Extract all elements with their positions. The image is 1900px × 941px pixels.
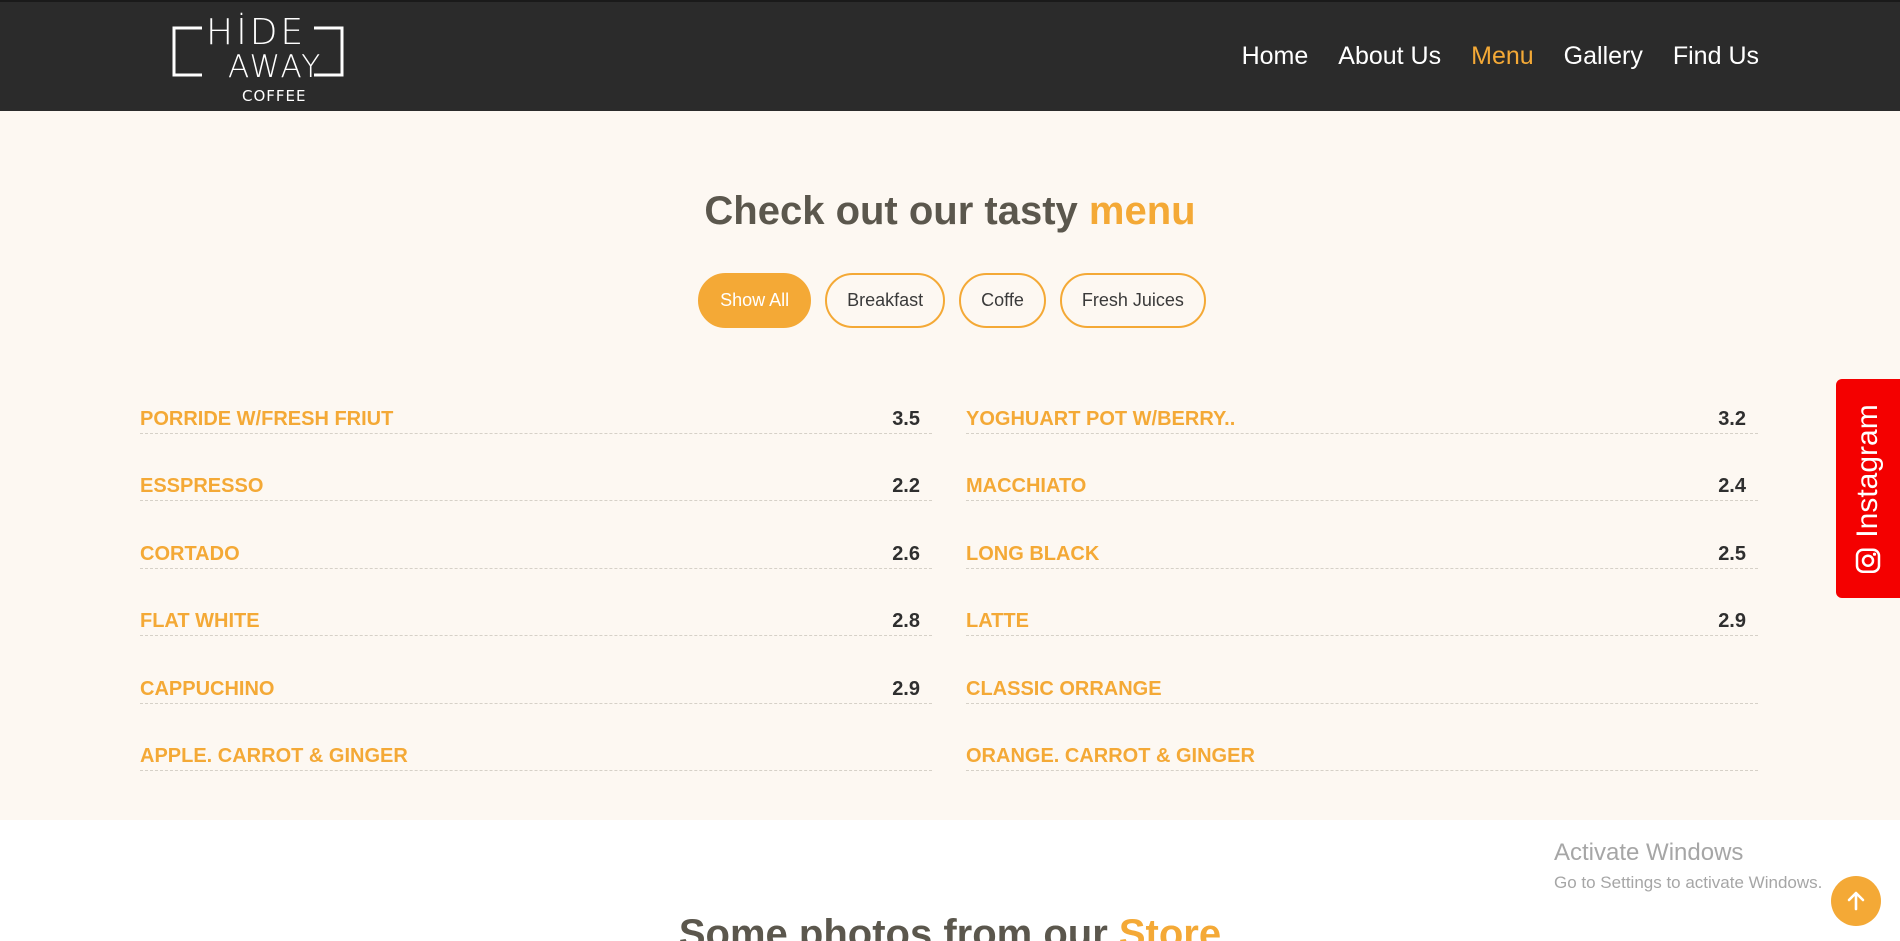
menu-item: MACCHIATO 2.4 (966, 434, 1758, 501)
menu-item-price: 2.6 (892, 542, 920, 565)
menu-item-name: YOGHUART POT W/BERRY.. (966, 407, 1236, 430)
menu-item-name: LONG BLACK (966, 542, 1100, 565)
menu-item-name: APPLE. CARROT & GINGER (140, 745, 408, 767)
logo-line-hide: HİDE (206, 12, 307, 53)
activate-windows-watermark: Activate Windows Go to Settings to activ… (1554, 839, 1822, 893)
watermark-title: Activate Windows (1554, 839, 1744, 866)
filter-coffe[interactable]: Coffe (959, 273, 1046, 328)
logo-line-coffee: COFFEE (242, 87, 307, 105)
menu-list: PORRIDE W/FRESH FRIUT 3.5 YOGHUART POT W… (140, 366, 1758, 771)
instagram-icon (1855, 547, 1881, 573)
menu-item-name: CORTADO (140, 542, 240, 565)
menu-item: ESSPRESSO 2.2 (140, 434, 932, 501)
menu-filters: Show All Breakfast Coffe Fresh Juices (0, 273, 1900, 328)
menu-title-main: Check out our tasty (704, 189, 1089, 233)
nav-find-us[interactable]: Find Us (1673, 42, 1759, 71)
menu-item: ORANGE. CARROT & GINGER (966, 704, 1758, 771)
menu-item-name: CLASSIC ORRANGE (966, 677, 1162, 700)
instagram-label: Instagram (1851, 403, 1884, 538)
nav-about-us[interactable]: About Us (1338, 42, 1441, 71)
menu-item: LATTE 2.9 (966, 569, 1758, 636)
menu-item-price: 2.4 (1718, 475, 1746, 497)
menu-item-name: FLAT WHITE (140, 610, 260, 632)
logo-line-away: AWAY (228, 49, 323, 85)
menu-item-price: 3.2 (1718, 407, 1746, 430)
menu-item: CAPPUCHINO 2.9 (140, 636, 932, 704)
photos-section-title: Some photos from our Store (0, 912, 1900, 941)
menu-item-name: ESSPRESSO (140, 475, 264, 497)
arrow-up-icon (1847, 891, 1865, 911)
menu-item-price: 2.5 (1718, 542, 1746, 565)
filter-show-all[interactable]: Show All (698, 273, 812, 328)
menu-item: APPLE. CARROT & GINGER (140, 704, 932, 771)
menu-item-name: ORANGE. CARROT & GINGER (966, 745, 1255, 767)
watermark-subtitle: Go to Settings to activate Windows. (1554, 873, 1823, 892)
site-header: HİDE AWAY COFFEE Home About Us Menu Gall… (0, 0, 1900, 111)
menu-item-name: PORRIDE W/FRESH FRIUT (140, 407, 394, 430)
menu-item: CLASSIC ORRANGE (966, 636, 1758, 704)
menu-item: YOGHUART POT W/BERRY.. 3.2 (966, 366, 1758, 434)
menu-item-price: 2.9 (1718, 610, 1746, 632)
menu-item-price: 2.8 (892, 610, 920, 632)
menu-item-name: MACCHIATO (966, 475, 1087, 497)
filter-breakfast[interactable]: Breakfast (825, 273, 946, 328)
scroll-to-top-button[interactable] (1831, 876, 1881, 926)
nav-menu[interactable]: Menu (1471, 42, 1534, 71)
menu-section-title: Check out our tasty menu (0, 189, 1900, 234)
instagram-side-tab[interactable]: Instagram (1836, 379, 1900, 598)
menu-item: CORTADO 2.6 (140, 501, 932, 569)
photos-title-accent: Store (1118, 912, 1222, 941)
menu-section: Check out our tasty menu Show All Breakf… (0, 111, 1900, 820)
menu-item-price: 3.5 (892, 407, 920, 430)
photos-title-main: Some photos from our (678, 912, 1119, 941)
nav-home[interactable]: Home (1242, 42, 1309, 71)
site-logo[interactable]: HİDE AWAY COFFEE (172, 8, 344, 108)
menu-item-name: CAPPUCHINO (140, 677, 275, 700)
menu-item-name: LATTE (966, 610, 1029, 632)
menu-item: FLAT WHITE 2.8 (140, 569, 932, 636)
menu-item: PORRIDE W/FRESH FRIUT 3.5 (140, 366, 932, 434)
menu-item-price: 2.9 (892, 677, 920, 700)
filter-fresh-juices[interactable]: Fresh Juices (1059, 273, 1206, 328)
instagram-tab-content: Instagram (1851, 404, 1885, 573)
main-nav: Home About Us Menu Gallery Find Us (1242, 42, 1759, 71)
menu-title-accent: menu (1088, 189, 1196, 233)
menu-item-price: 2.2 (892, 475, 920, 497)
menu-item: LONG BLACK 2.5 (966, 501, 1758, 569)
nav-gallery[interactable]: Gallery (1564, 42, 1643, 71)
